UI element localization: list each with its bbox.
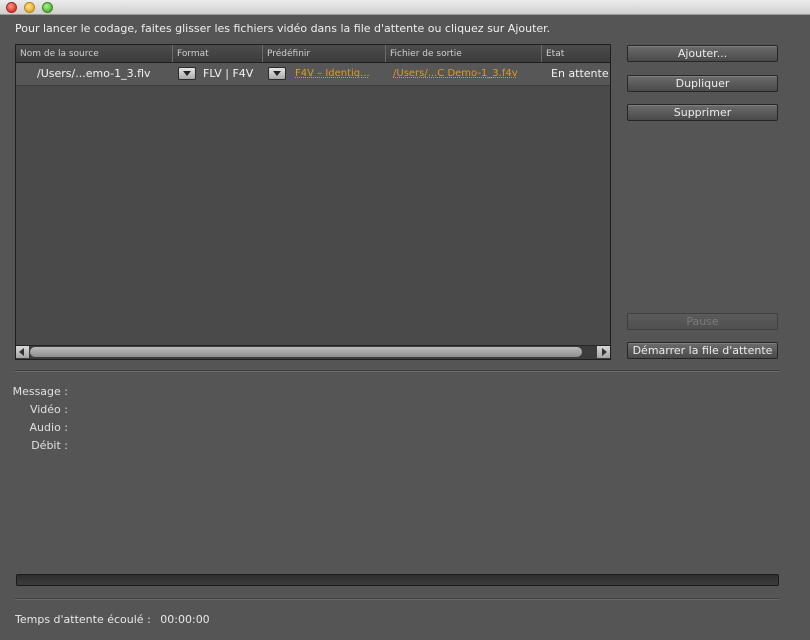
divider — [15, 370, 779, 372]
remove-button[interactable]: Supprimer — [627, 104, 778, 121]
add-button[interactable]: Ajouter... — [627, 45, 778, 62]
column-header-output[interactable]: Fichier de sortie — [385, 45, 541, 62]
table-row[interactable]: /Users/...emo-1_3.flv FLV | F4V F4V – Id… — [16, 63, 610, 86]
message-label: Message : — [12, 385, 68, 398]
column-header-preset[interactable]: Prédéfinir — [262, 45, 385, 62]
column-header-source[interactable]: Nom de la source — [16, 45, 172, 62]
scrollbar-thumb[interactable] — [30, 347, 582, 357]
divider — [15, 598, 779, 600]
encoding-queue-table[interactable]: Nom de la source Format Prédéfinir Fichi… — [15, 44, 611, 360]
preset-dropdown-icon[interactable] — [268, 67, 286, 80]
column-header-format[interactable]: Format — [172, 45, 262, 62]
horizontal-scrollbar[interactable] — [16, 345, 610, 359]
elapsed-time-label: Temps d'attente écoulé : — [15, 613, 151, 626]
preset-link[interactable]: F4V – Identiq... — [295, 63, 370, 85]
audio-label: Audio : — [29, 421, 68, 434]
pause-button[interactable]: Pause — [627, 313, 778, 330]
video-label: Vidéo : — [29, 403, 68, 416]
status-value: En attente — [551, 67, 609, 80]
table-header: Nom de la source Format Prédéfinir Fichi… — [16, 45, 610, 63]
bitrate-label: Débit : — [31, 439, 68, 452]
duplicate-button[interactable]: Dupliquer — [627, 75, 778, 92]
title-bar — [0, 0, 810, 15]
scroll-left-arrow-icon[interactable] — [16, 346, 29, 358]
instruction-text: Pour lancer le codage, faites glisser le… — [15, 22, 551, 35]
source-file-name: /Users/...emo-1_3.flv — [37, 67, 151, 80]
close-window-icon[interactable] — [6, 2, 17, 13]
elapsed-time: Temps d'attente écoulé : 00:00:00 — [15, 613, 210, 626]
column-header-status[interactable]: Etat — [541, 45, 610, 62]
encoding-progress-bar — [16, 574, 779, 586]
output-file-link[interactable]: /Users/...C Demo-1_3.f4v — [393, 63, 518, 85]
minimize-window-icon[interactable] — [24, 2, 35, 13]
zoom-window-icon[interactable] — [42, 2, 53, 13]
format-dropdown-icon[interactable] — [178, 67, 196, 80]
format-value: FLV | F4V — [203, 67, 254, 80]
scroll-right-arrow-icon[interactable] — [597, 346, 610, 358]
elapsed-time-value: 00:00:00 — [160, 613, 210, 626]
start-queue-button[interactable]: Démarrer la file d'attente — [627, 342, 778, 359]
